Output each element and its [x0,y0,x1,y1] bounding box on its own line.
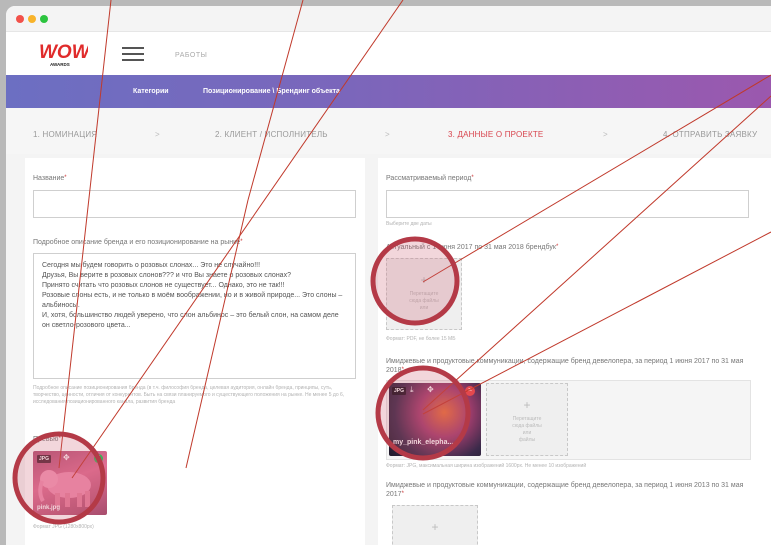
hamburger-menu-icon[interactable] [122,47,144,61]
menu-link-works[interactable]: РАБОТЫ [175,52,207,59]
comm1-files-area: JPG ⤓ ✥ × my_pink_elepha... + Перетащите… [386,380,751,460]
step-project-data[interactable]: 3. ДАННЫЕ О ПРОЕКТЕ [448,130,543,139]
name-input[interactable] [33,190,356,218]
comm1-upload-text: Перетащите сюда файлы или файлы [512,416,542,443]
comm1-format-badge: JPG [392,387,407,395]
comm1-thumbnail[interactable]: JPG ⤓ ✥ × my_pink_elepha... [389,383,481,456]
period-hint: Выберите две даты [386,221,432,227]
comm2-upload-zone[interactable]: + [392,505,478,545]
title-bar [6,6,771,32]
description-label: Подробное описание бренда и его позицион… [33,239,243,246]
nav-categories-link[interactable]: Категории [133,88,169,95]
category-bar: Категории Позиционирование \ Брендинг об… [6,75,771,108]
description-textarea[interactable]: Сегодня мы будем говорить о розовых слон… [33,253,356,379]
brandbook-upload-text: Перетащите сюда файлы или [409,291,439,311]
step-submit[interactable]: 4. ОТПРАВИТЬ ЗАЯВКУ [663,130,757,139]
site-header: WOW AWARDS РАБОТЫ [6,32,771,75]
minimize-window-button[interactable] [28,15,36,23]
step-separator: > [603,130,608,139]
comm1-filename: my_pink_elepha... [393,439,454,446]
step-client[interactable]: 2. КЛИЕНТ / ИСПОЛНИТЕЛЬ [215,130,328,139]
browser-window: WOW AWARDS РАБОТЫ Категории Позициониров… [6,6,771,545]
logo-text: WOW [39,42,88,63]
check-icon: ✓ [94,454,103,463]
close-window-button[interactable] [16,15,24,23]
maximize-window-button[interactable] [40,15,48,23]
preview-filename: pink.jpg [37,505,60,511]
logo-subtext: AWARDS [50,62,70,67]
move-icon[interactable]: ✥ [427,385,434,394]
comm1-hint: Формат: JPG, максимальная ширина изображ… [386,463,587,469]
description-hint: Подробное описание позиционирования брен… [33,385,345,405]
comm2-label: Имиджевые и продуктовые коммуникации, со… [386,482,744,498]
period-input[interactable] [386,190,749,218]
preview-label: Превью* [33,436,61,443]
preview-hint: Формат JPG (1280х800px) [33,524,94,530]
right-form-panel: Рассматриваемый период* Выберите две дат… [378,158,771,545]
comm1-upload-zone[interactable]: + Перетащите сюда файлы или файлы [486,383,568,456]
comm1-label: Имиджевые и продуктовые коммуникации, со… [386,358,744,374]
download-icon[interactable]: ⤓ [410,385,414,395]
nav-category-path[interactable]: Позиционирование \ Брендинг объекта [203,88,340,95]
brandbook-hint: Формат: PDF, не более 15 МБ [386,336,456,342]
plus-icon: + [523,398,531,412]
name-label: Название* [33,175,67,182]
period-label: Рассматриваемый период* [386,175,474,182]
step-separator: > [385,130,390,139]
step-nomination[interactable]: 1. НОМИНАЦИЯ [33,130,97,139]
wow-awards-logo[interactable]: WOW AWARDS [38,38,88,70]
brandbook-upload-zone[interactable]: + Перетащите сюда файлы или [386,258,462,330]
preview-format-badge: JPG [37,455,52,463]
step-separator: > [155,130,160,139]
delete-icon[interactable]: × [465,386,475,396]
wizard-steps: 1. НОМИНАЦИЯ > 2. КЛИЕНТ / ИСПОЛНИТЕЛЬ >… [6,108,771,154]
left-form-panel: Название* Подробное описание бренда и ег… [25,158,365,545]
plus-icon: + [431,520,439,534]
move-icon[interactable]: ✥ [63,453,70,462]
preview-thumbnail[interactable]: JPG ✥ ✓ pink.jpg [33,451,107,515]
brandbook-label: Актуальный с 1 июня 2017 по 31 мая 2018 … [386,244,559,251]
plus-icon: + [420,273,428,287]
